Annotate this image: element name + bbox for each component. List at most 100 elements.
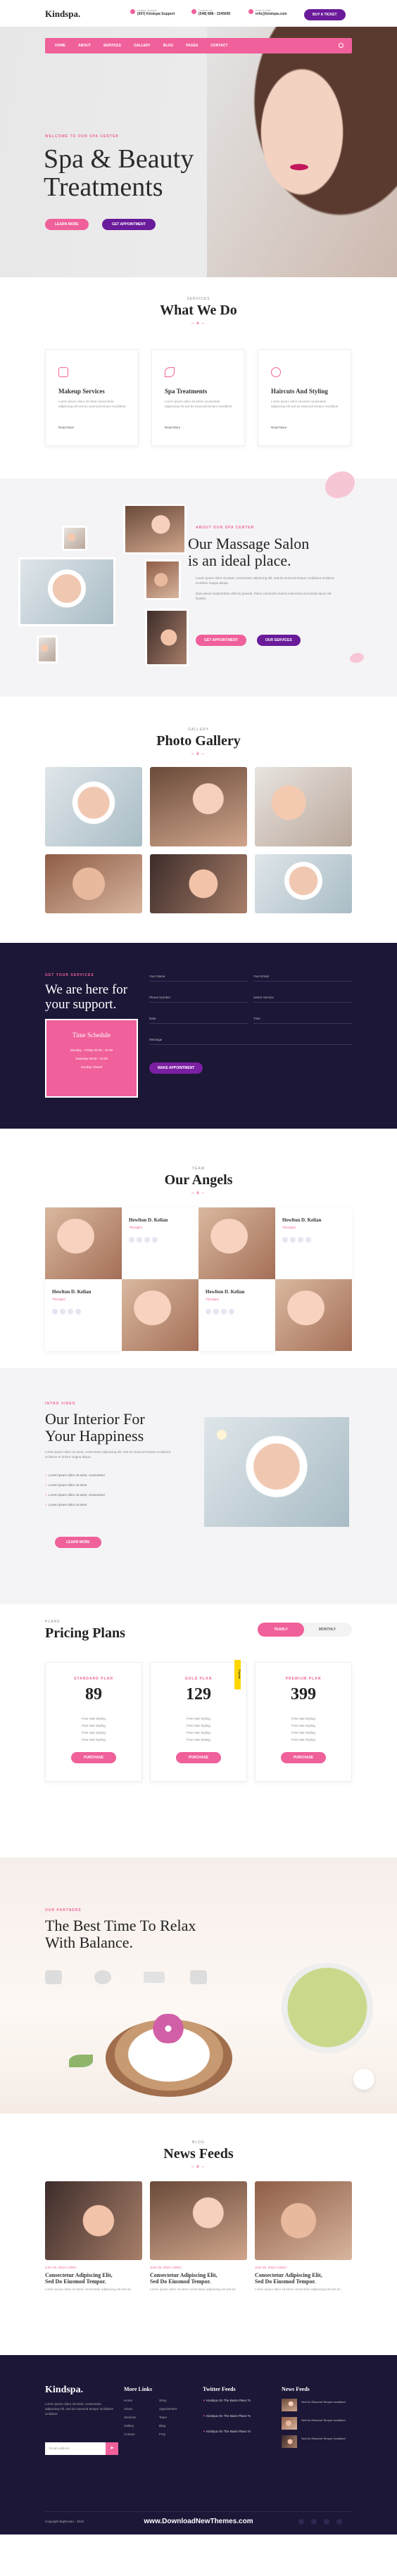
news-meta: June 25, 2019 | Admin bbox=[255, 2266, 286, 2269]
footer-brand[interactable]: Kindspa. bbox=[45, 2385, 83, 2396]
footer-news-thumb[interactable] bbox=[282, 2435, 297, 2448]
instagram-icon[interactable] bbox=[144, 1237, 150, 1243]
footer-link[interactable]: Blog bbox=[159, 2424, 165, 2428]
make-appointment-button[interactable]: Make Appointment bbox=[149, 1062, 203, 1074]
massage-services-button[interactable]: Our Services bbox=[257, 635, 301, 646]
instagram-icon[interactable] bbox=[221, 1309, 227, 1314]
hero-lips bbox=[290, 164, 308, 170]
footer-link[interactable]: Home bbox=[124, 2399, 132, 2402]
buy-ticket-button[interactable]: Buy A Ticket bbox=[304, 9, 346, 20]
form-field-service-select[interactable]: Select Service bbox=[253, 996, 352, 1003]
twitter-icon[interactable] bbox=[311, 2519, 317, 2525]
gallery-photo[interactable] bbox=[255, 767, 352, 846]
footer-link[interactable]: Appointment bbox=[159, 2407, 177, 2411]
member-name: Hewlton D. Kelian bbox=[282, 1217, 322, 1223]
form-field-date[interactable]: Date bbox=[149, 1017, 248, 1024]
massage-appointment-button[interactable]: Get Appointment bbox=[196, 635, 246, 646]
nav-pages[interactable]: Pages bbox=[186, 44, 198, 48]
footer-link[interactable]: Gallery bbox=[124, 2424, 134, 2428]
twitter-icon[interactable] bbox=[213, 1309, 219, 1314]
interior-bullet: ✓ Lorem ipsum dolor sit amet bbox=[45, 1503, 87, 1507]
service-card[interactable]: Spa Treatments Lorem ipsum dolor sit ame… bbox=[151, 349, 245, 446]
news-card[interactable]: June 25, 2019 | Admin Consectetur Adipis… bbox=[255, 2181, 352, 2291]
form-field-time[interactable]: Time bbox=[253, 1017, 352, 1024]
gallery-photo[interactable] bbox=[45, 854, 142, 913]
linkedin-icon[interactable] bbox=[229, 1309, 234, 1314]
footer-news-text[interactable]: Sed Do Eiusmod Tempor Incididunt bbox=[301, 2400, 351, 2404]
form-field-message[interactable]: Message bbox=[149, 1038, 352, 1045]
instagram-icon[interactable] bbox=[68, 1309, 73, 1314]
service-read-more-link[interactable]: Read More bbox=[58, 426, 74, 429]
news-post-title: Consectetur Adipiscing Elit, bbox=[255, 2272, 322, 2278]
search-icon[interactable] bbox=[339, 43, 344, 48]
hero-learn-more-button[interactable]: Learn More bbox=[45, 219, 89, 230]
nav-blog[interactable]: Blog bbox=[163, 44, 173, 48]
member-name: Hewlton D. Kelian bbox=[129, 1217, 168, 1223]
brand-logo[interactable]: Kindspa. bbox=[45, 8, 80, 20]
footer-link[interactable]: Team bbox=[159, 2416, 167, 2419]
bullet-text: Lorem ipsum dolor sit amet, consectetur bbox=[49, 1473, 106, 1477]
footer-news-thumb[interactable] bbox=[282, 2399, 297, 2411]
footer-link[interactable]: Contact bbox=[124, 2432, 135, 2436]
purchase-button[interactable]: Purchase bbox=[280, 1752, 327, 1763]
toggle-monthly[interactable]: Monthly bbox=[304, 1628, 351, 1632]
billing-toggle: Yearly Monthly bbox=[258, 1623, 352, 1637]
instagram-icon[interactable] bbox=[298, 1237, 303, 1243]
service-card[interactable]: Haircuts And Styling Lorem ipsum dolor s… bbox=[258, 349, 351, 446]
team-info-card: Hewlton D. Kelian Therapist bbox=[198, 1279, 275, 1351]
footer-news-text[interactable]: Sed Do Eiusmod Tempor Incididunt bbox=[301, 2437, 351, 2440]
gallery-photo[interactable] bbox=[150, 854, 247, 913]
news-card[interactable]: June 25, 2019 | Admin Consectetur Adipis… bbox=[150, 2181, 247, 2291]
interior-learn-more-button[interactable]: Learn More bbox=[55, 1537, 101, 1548]
linkedin-icon[interactable] bbox=[75, 1309, 81, 1314]
footer-link[interactable]: FAQ bbox=[159, 2432, 165, 2436]
service-read-more-link[interactable]: Read More bbox=[271, 426, 286, 429]
gallery-photo[interactable] bbox=[255, 854, 352, 913]
form-field-name[interactable]: Your Name bbox=[149, 975, 248, 982]
tweet-text: Kindspa On The Basis Plans To bbox=[206, 2430, 251, 2433]
twitter-icon[interactable] bbox=[60, 1309, 65, 1314]
purchase-button[interactable]: Purchase bbox=[70, 1752, 117, 1763]
form-field-phone[interactable]: Phone Number bbox=[149, 996, 248, 1003]
newsletter-submit-button[interactable]: ➤ bbox=[106, 2442, 118, 2455]
nav-services[interactable]: Services bbox=[103, 44, 121, 48]
hero-appointment-button[interactable]: Get Appointment bbox=[102, 219, 156, 230]
footer-news-text[interactable]: Sed Do Eiusmod Tempor Incididunt bbox=[301, 2418, 351, 2422]
nav-home[interactable]: Home bbox=[55, 44, 65, 48]
service-card[interactable]: Makeup Services Lorem ipsum dolor sit am… bbox=[45, 349, 139, 446]
service-read-more-link[interactable]: Read More bbox=[165, 426, 180, 429]
facebook-icon[interactable] bbox=[206, 1309, 211, 1314]
tweet-item[interactable]: ✦ Kindspa On The Basis Plans To bbox=[203, 2430, 251, 2434]
facebook-icon[interactable] bbox=[282, 1237, 288, 1243]
facebook-icon[interactable] bbox=[298, 2519, 304, 2525]
news-card[interactable]: June 25, 2019 | Admin Consectetur Adipis… bbox=[45, 2181, 142, 2291]
gallery-photo[interactable] bbox=[45, 767, 142, 846]
member-role: Therapist bbox=[282, 1226, 296, 1229]
linkedin-icon[interactable] bbox=[336, 2519, 342, 2525]
collage-photo bbox=[18, 557, 115, 626]
nav-about[interactable]: About bbox=[78, 44, 91, 48]
interior-video-image[interactable] bbox=[204, 1417, 349, 1527]
footer-link[interactable]: Shop bbox=[159, 2399, 167, 2402]
facebook-icon[interactable] bbox=[52, 1309, 58, 1314]
footer-link[interactable]: Services bbox=[124, 2416, 136, 2419]
tweet-item[interactable]: ✦ Kindspa On The Basis Plans To bbox=[203, 2414, 251, 2418]
gallery-photo[interactable] bbox=[150, 767, 247, 846]
toggle-yearly[interactable]: Yearly bbox=[258, 1623, 304, 1637]
facebook-icon[interactable] bbox=[129, 1237, 134, 1243]
footer-news-thumb[interactable] bbox=[282, 2417, 297, 2430]
footer-link[interactable]: About bbox=[124, 2407, 132, 2411]
service-text: Lorem ipsum dolor sit amet consectetur a… bbox=[271, 400, 339, 408]
form-field-email[interactable]: Your Email bbox=[253, 975, 352, 982]
instagram-icon[interactable] bbox=[324, 2519, 329, 2525]
pricing-section: Plans Pricing Plans Yearly Monthly Stand… bbox=[0, 1604, 397, 1858]
linkedin-icon[interactable] bbox=[152, 1237, 158, 1243]
newsletter-input[interactable]: Email Address bbox=[45, 2442, 106, 2455]
purchase-button[interactable]: Purchase bbox=[175, 1752, 222, 1763]
twitter-icon[interactable] bbox=[137, 1237, 142, 1243]
nav-gallery[interactable]: Gallery bbox=[134, 44, 151, 48]
linkedin-icon[interactable] bbox=[305, 1237, 311, 1243]
tweet-item[interactable]: ✦ Kindspa On The Basis Plans To bbox=[203, 2399, 251, 2403]
twitter-icon[interactable] bbox=[290, 1237, 296, 1243]
nav-contact[interactable]: Contact bbox=[210, 44, 227, 48]
